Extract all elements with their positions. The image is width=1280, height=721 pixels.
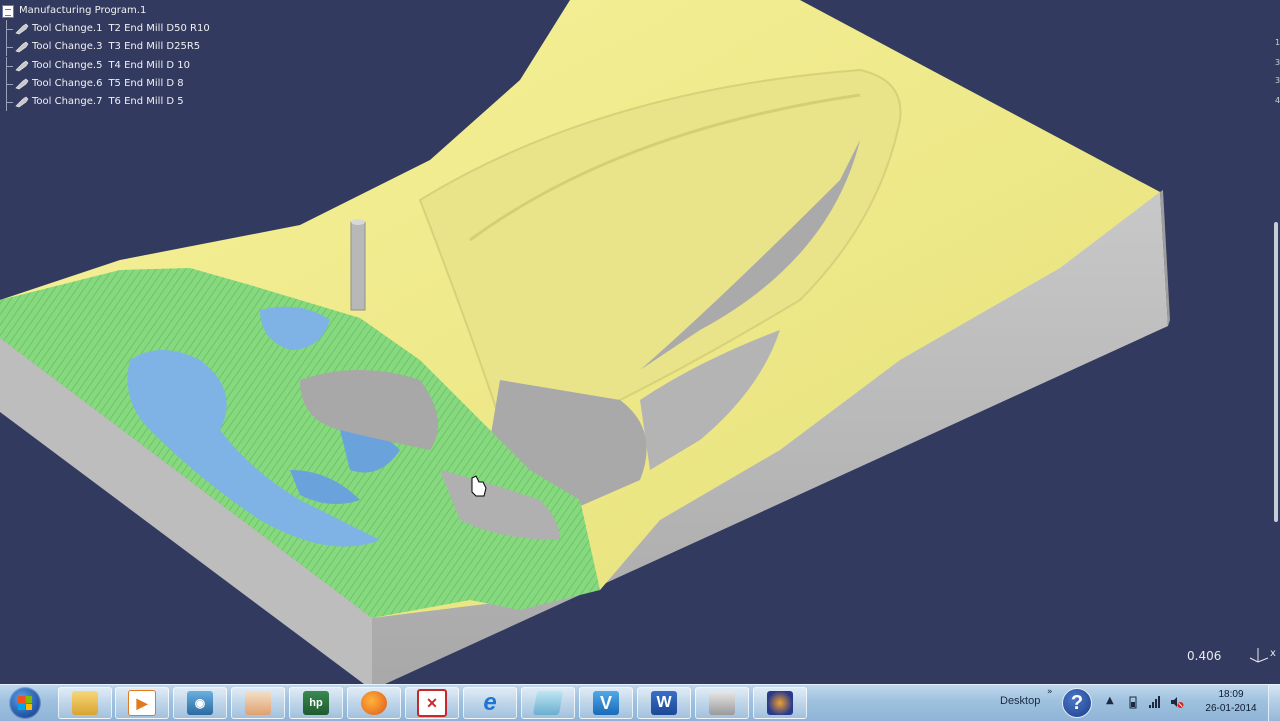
taskbar-firefox-button[interactable] [347, 687, 401, 719]
word-icon: W [651, 691, 677, 715]
tree-item-tool-change-6[interactable]: Tool Change.6 T5 End Mill D 8 [2, 74, 210, 93]
tool-change-icon [15, 23, 29, 35]
taskbar-camera-button[interactable]: ◉ [173, 687, 227, 719]
paint-icon [245, 691, 271, 715]
battery-icon[interactable] [1126, 695, 1140, 709]
compass-label: x [1270, 648, 1276, 659]
volume-muted-icon[interactable] [1170, 695, 1184, 709]
tool-description: T5 End Mill D 8 [108, 77, 184, 89]
scrollbar-thumb[interactable] [1274, 222, 1278, 522]
tool-description: T6 End Mill D 5 [108, 95, 184, 107]
specification-tree: Manufacturing Program.1 Tool Change.1 T2… [2, 2, 210, 112]
taskbar-internet-explorer-button[interactable]: e [463, 687, 517, 719]
system-clock[interactable]: 18:09 26-01-2014 [1200, 688, 1262, 716]
edge-mark: 3 [1275, 58, 1280, 67]
start-button[interactable] [4, 686, 46, 720]
tree-branch-icon [6, 93, 13, 112]
scale-readout: 0.406 [1187, 649, 1222, 663]
edge-mark: 4 [1275, 96, 1280, 105]
hp-icon: hp [303, 691, 329, 715]
catia-icon: V [593, 691, 619, 715]
cutting-tool [350, 221, 366, 311]
photo-viewer-icon [767, 691, 793, 715]
notes-icon [532, 691, 564, 715]
taskbar-media-player-button[interactable]: ▶ [115, 687, 169, 719]
taskbar-folder-button[interactable] [695, 687, 749, 719]
taskbar-pdf-button[interactable]: ✕ [405, 687, 459, 719]
tree-root[interactable]: Manufacturing Program.1 [2, 2, 210, 20]
folder-icon [709, 691, 735, 715]
camera-icon: ◉ [187, 691, 213, 715]
tray-expand-icon[interactable]: ▲ [1106, 695, 1114, 706]
network-signal-icon[interactable] [1148, 695, 1162, 709]
tree-branch-icon [6, 20, 13, 39]
taskbar-word-button[interactable]: W [637, 687, 691, 719]
taskbar-paint-button[interactable] [231, 687, 285, 719]
tree-item-tool-change-1[interactable]: Tool Change.1 T2 End Mill D50 R10 [2, 20, 210, 39]
chevron-double-icon[interactable]: » [1047, 687, 1053, 697]
3d-viewport[interactable]: Manufacturing Program.1 Tool Change.1 T2… [0, 0, 1280, 690]
folder-icon [72, 691, 98, 715]
tree-root-label: Manufacturing Program.1 [19, 5, 147, 16]
tool-description: T2 End Mill D50 R10 [108, 23, 210, 35]
tree-item-tool-change-5[interactable]: Tool Change.5 T4 End Mill D 10 [2, 56, 210, 75]
tool-change-name: Tool Change.3 [32, 41, 103, 53]
taskbar-photo-viewer-button[interactable] [753, 687, 807, 719]
desktop-toolbar-label[interactable]: Desktop [1000, 695, 1040, 707]
document-icon [2, 4, 14, 18]
tree-branch-icon [6, 74, 13, 93]
tool-change-name: Tool Change.5 [32, 59, 103, 71]
help-icon[interactable]: ? [1062, 688, 1092, 718]
taskbar-hp-button[interactable]: hp [289, 687, 343, 719]
internet-explorer-icon: e [483, 689, 497, 716]
tool-description: T3 End Mill D25R5 [108, 41, 201, 53]
clock-date: 26-01-2014 [1205, 703, 1257, 714]
tool-change-icon [15, 42, 29, 53]
tree-item-tool-change-7[interactable]: Tool Change.7 T6 End Mill D 5 [2, 93, 210, 112]
edge-mark: 1 [1275, 38, 1280, 47]
taskbar: ▶ ◉ hp ✕ e V W Desktop » ? ▲ 18:09 26-01… [0, 684, 1280, 721]
windows-logo-icon [9, 687, 41, 719]
tool-change-name: Tool Change.7 [32, 95, 103, 107]
tool-change-icon [15, 78, 29, 90]
clock-time: 18:09 [1218, 689, 1244, 700]
edge-mark: 3 [1275, 76, 1280, 85]
taskbar-explorer-button[interactable] [58, 687, 112, 719]
tree-branch-icon [6, 56, 13, 75]
tool-change-name: Tool Change.1 [32, 23, 103, 35]
tool-change-icon [15, 96, 29, 108]
tool-change-icon [15, 60, 29, 71]
tree-item-tool-change-3[interactable]: Tool Change.3 T3 End Mill D25R5 [2, 38, 210, 57]
tree-branch-icon [6, 38, 13, 57]
play-icon: ▶ [128, 690, 156, 716]
taskbar-catia-button[interactable]: V [579, 687, 633, 719]
taskbar-notes-button[interactable] [521, 687, 575, 719]
show-desktop-button[interactable] [1268, 685, 1280, 721]
pdf-icon: ✕ [417, 689, 447, 717]
compass-axis-icon[interactable]: x [1246, 644, 1276, 666]
tool-change-name: Tool Change.6 [32, 77, 103, 89]
tool-description: T4 End Mill D 10 [108, 59, 191, 71]
firefox-icon [361, 691, 387, 715]
